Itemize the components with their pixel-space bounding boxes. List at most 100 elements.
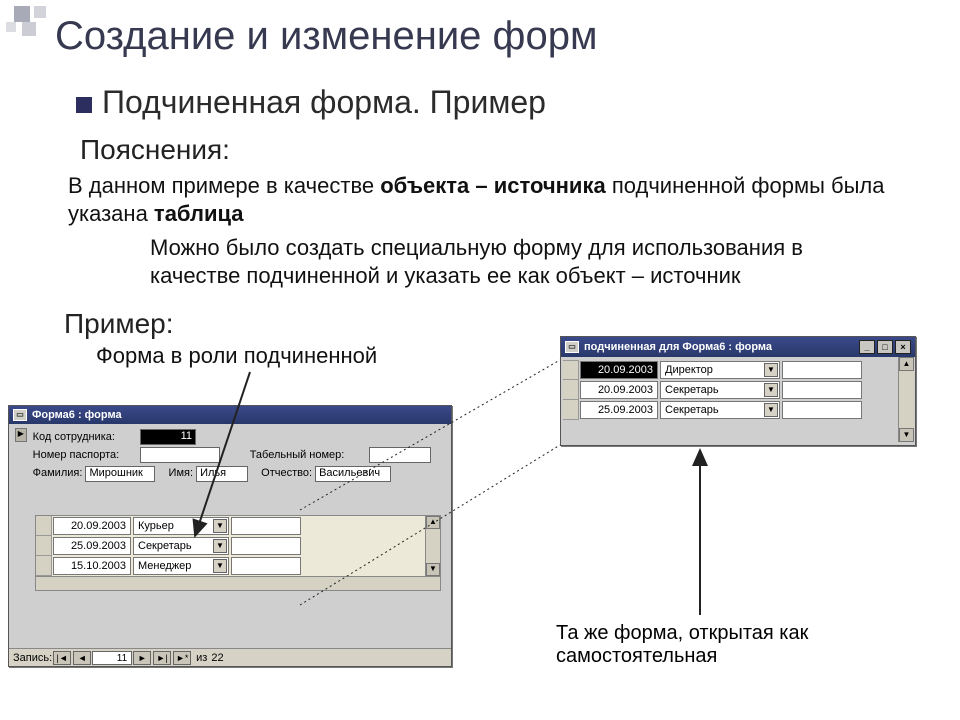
field-name[interactable]: Илья xyxy=(196,466,248,482)
window-main-form: ▭ Форма6 : форма ▶ Код сотрудника: 11 Но… xyxy=(8,405,452,667)
nav-prev-button[interactable]: ◄ xyxy=(73,651,91,665)
example-heading: Пример: xyxy=(64,308,174,340)
close-button[interactable]: × xyxy=(895,340,911,354)
window-title: подчиненная для Форма6 : форма xyxy=(584,341,772,353)
record-navigator: Запись: |◄ ◄ 11 ► ►| ►* из 22 xyxy=(9,648,451,666)
slide-subtitle: Подчиненная форма. Пример xyxy=(102,84,546,121)
dropdown-icon[interactable]: ▼ xyxy=(764,363,778,377)
deco-square xyxy=(6,22,16,32)
cell-job[interactable]: Менеджер ▼ xyxy=(133,557,229,575)
dropdown-icon[interactable]: ▼ xyxy=(213,559,227,573)
text: Секретарь xyxy=(665,404,719,416)
form-icon: ▭ xyxy=(13,409,27,421)
text: Курьер xyxy=(138,520,174,532)
scroll-track[interactable] xyxy=(899,371,914,428)
nav-of-label: из xyxy=(196,652,207,664)
nav-last-button[interactable]: ►| xyxy=(153,651,171,665)
row-selector[interactable] xyxy=(36,516,52,536)
text: Секретарь xyxy=(138,540,192,552)
cell-empty[interactable] xyxy=(782,361,862,379)
minimize-button[interactable]: _ xyxy=(859,340,875,354)
record-selector-icon[interactable]: ▶ xyxy=(15,428,27,442)
row-selector[interactable] xyxy=(563,400,579,420)
field-code[interactable]: 11 xyxy=(140,429,196,445)
table-row: 20.09.2003 Курьер ▼ xyxy=(36,516,440,536)
row-selector[interactable] xyxy=(36,536,52,556)
cell-date[interactable]: 25.09.2003 xyxy=(53,537,131,555)
text: Секретарь xyxy=(665,384,719,396)
table-row: 20.09.2003 Секретарь ▼ xyxy=(563,380,913,400)
scrollbar-vertical[interactable]: ▲ ▼ xyxy=(898,357,914,442)
form-fields: Код сотрудника: 11 Номер паспорта: Табел… xyxy=(31,428,445,483)
subform-grid: 20.09.2003 Курьер ▼ 25.09.2003 Секретарь ▼… xyxy=(35,515,441,591)
maximize-button[interactable]: □ xyxy=(877,340,893,354)
field-fam[interactable]: Мирошник xyxy=(85,466,155,482)
cell-job[interactable]: Секретарь ▼ xyxy=(660,401,780,419)
scroll-down-icon[interactable]: ▼ xyxy=(426,563,440,576)
text: В данном примере в качестве xyxy=(68,173,380,198)
scrollbar-vertical[interactable]: ▲ ▼ xyxy=(425,516,440,576)
dropdown-icon[interactable]: ▼ xyxy=(764,403,778,417)
field-passport[interactable] xyxy=(140,447,220,463)
record-label: Запись: xyxy=(13,652,52,664)
paragraph-2: Можно было создать специальную форму для… xyxy=(150,234,890,289)
slide-title: Создание и изменение форм xyxy=(55,14,597,59)
cell-job[interactable]: Курьер ▼ xyxy=(133,517,229,535)
caption-same-form: Та же форма, открытая как самостоятельна… xyxy=(556,622,916,668)
cell-job[interactable]: Директор ▼ xyxy=(660,361,780,379)
label-patr: Отчество: xyxy=(261,467,312,479)
text: Менеджер xyxy=(138,560,191,572)
row-selector[interactable] xyxy=(563,380,579,400)
bullet-icon xyxy=(76,97,92,113)
cell-job[interactable]: Секретарь ▼ xyxy=(133,537,229,555)
subform-nav xyxy=(36,576,440,590)
label-code: Код сотрудника: xyxy=(31,428,138,446)
cell-empty[interactable] xyxy=(231,517,301,535)
explanations-heading: Пояснения: xyxy=(80,134,230,166)
nav-current-field[interactable]: 11 xyxy=(92,651,132,665)
window-title: Форма6 : форма xyxy=(32,409,122,421)
nav-total: 22 xyxy=(211,652,223,664)
text: Директор xyxy=(665,364,713,376)
cell-date[interactable]: 20.09.2003 xyxy=(53,517,131,535)
scroll-up-icon[interactable]: ▲ xyxy=(899,357,914,371)
table-row: 25.09.2003 Секретарь ▼ xyxy=(36,536,440,556)
window-subform: ▭ подчиненная для Форма6 : форма _ □ × 2… xyxy=(560,336,916,446)
cell-date[interactable]: 20.09.2003 xyxy=(580,381,658,399)
cell-date[interactable]: 25.09.2003 xyxy=(580,401,658,419)
row-selector[interactable] xyxy=(563,360,579,380)
dropdown-icon[interactable]: ▼ xyxy=(213,519,227,533)
field-patr[interactable]: Васильевич xyxy=(315,466,391,482)
cell-empty[interactable] xyxy=(231,537,301,555)
label-name: Имя: xyxy=(169,467,193,479)
text-bold: таблица xyxy=(154,201,244,226)
nav-first-button[interactable]: |◄ xyxy=(53,651,71,665)
scroll-down-icon[interactable]: ▼ xyxy=(899,428,914,442)
table-row: 20.09.2003 Директор ▼ xyxy=(563,360,913,380)
deco-square xyxy=(34,6,46,18)
label-passport: Номер паспорта: xyxy=(31,446,138,464)
deco-square xyxy=(22,22,36,36)
cell-empty[interactable] xyxy=(782,401,862,419)
row-selector[interactable] xyxy=(36,556,52,576)
nav-new-button[interactable]: ►* xyxy=(173,651,191,665)
table-row: 25.09.2003 Секретарь ▼ xyxy=(563,400,913,420)
table-row: 15.10.2003 Менеджер ▼ xyxy=(36,556,440,576)
dropdown-icon[interactable]: ▼ xyxy=(764,383,778,397)
deco-square xyxy=(14,6,30,22)
titlebar[interactable]: ▭ подчиненная для Форма6 : форма _ □ × xyxy=(561,337,915,357)
cell-empty[interactable] xyxy=(231,557,301,575)
cell-date[interactable]: 20.09.2003 xyxy=(580,361,658,379)
cell-empty[interactable] xyxy=(782,381,862,399)
nav-next-button[interactable]: ► xyxy=(133,651,151,665)
titlebar[interactable]: ▭ Форма6 : форма xyxy=(9,406,451,424)
scroll-up-icon[interactable]: ▲ xyxy=(426,516,440,529)
cell-date[interactable]: 15.10.2003 xyxy=(53,557,131,575)
paragraph-1: В данном примере в качестве объекта – ис… xyxy=(68,172,888,227)
form-icon: ▭ xyxy=(565,341,579,353)
cell-job[interactable]: Секретарь ▼ xyxy=(660,381,780,399)
caption-role: Форма в роли подчиненной xyxy=(96,342,377,370)
field-tab[interactable] xyxy=(369,447,431,463)
label-fam: Фамилия: xyxy=(33,467,83,479)
dropdown-icon[interactable]: ▼ xyxy=(213,539,227,553)
